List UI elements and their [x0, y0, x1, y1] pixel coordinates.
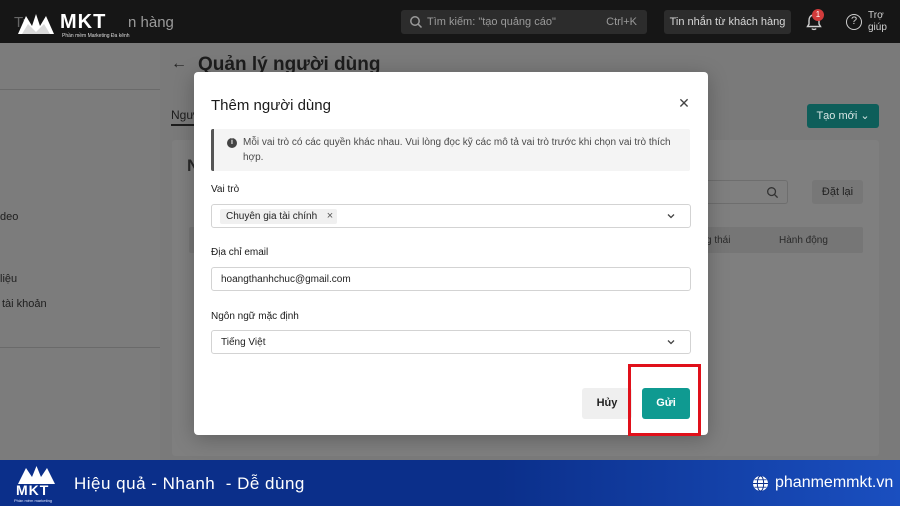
dialog-title: Thêm người dùng	[211, 97, 331, 114]
search-shortcut: Ctrl+K	[606, 16, 637, 28]
footer-logo-text: MKT	[16, 482, 50, 498]
tab-active-underline	[171, 124, 194, 126]
logo-subtitle: Phần mềm Marketing Đa kênh	[62, 33, 130, 39]
info-icon: i	[227, 138, 237, 148]
language-value: Tiếng Việt	[221, 337, 266, 348]
global-search[interactable]: Tìm kiếm: "tạo quảng cáo" Ctrl+K	[401, 10, 647, 34]
logo-text: MKT	[60, 11, 107, 33]
create-new-button[interactable]: Tạo mới ⌄	[807, 104, 879, 128]
search-placeholder: Tìm kiếm: "tạo quảng cáo"	[427, 16, 556, 28]
highlight-box	[628, 364, 701, 436]
role-chip-label: Chuyên gia tài chính	[226, 211, 318, 222]
back-arrow-icon[interactable]: ←	[171, 55, 187, 73]
chevron-down-icon	[667, 214, 675, 219]
sidebar-item-data[interactable]: liệu	[0, 273, 17, 285]
website-link[interactable]: phanmemmkt.vn	[775, 474, 893, 492]
remove-chip-icon[interactable]: ×	[327, 209, 333, 224]
create-new-label: Tạo mới	[816, 110, 858, 122]
help-icon[interactable]: ?	[846, 14, 862, 30]
user-search-input[interactable]	[700, 180, 788, 204]
tab-users[interactable]: Người dùng	[171, 108, 194, 122]
search-icon	[767, 187, 779, 199]
column-actions: Hành động	[779, 235, 828, 246]
role-notice: i Mỗi vai trò có các quyền khác nhau. Vu…	[211, 129, 690, 171]
role-chip: Chuyên gia tài chính ×	[220, 209, 338, 224]
help-label[interactable]: Trợ giúp	[868, 10, 898, 34]
mkt-logo: MKT Phần mềm Marketing Đa kênh	[16, 10, 134, 40]
reset-button[interactable]: Đặt lại	[812, 180, 863, 204]
customer-messages-button[interactable]: Tin nhắn từ khách hàng	[664, 10, 791, 34]
app-title-tail: n hàng	[128, 14, 174, 31]
top-bar: Tr n hàng MKT Phần mềm Marketing Đa kênh…	[0, 0, 900, 43]
column-status: g thái	[706, 235, 731, 246]
promo-footer: MKT Phần mềm marketing Hiệu quả - Nhanh …	[0, 460, 900, 506]
sidebar-divider	[0, 89, 160, 90]
mkt-logo-icon	[18, 14, 54, 34]
search-icon	[410, 16, 423, 29]
chevron-down-icon	[667, 340, 675, 345]
footer-logo-subtitle: Phần mềm marketing	[14, 498, 53, 503]
role-notice-text: Mỗi vai trò có các quyền khác nhau. Vui …	[243, 137, 671, 163]
sidebar-divider	[0, 347, 160, 348]
email-field[interactable]: hoangthanhchuc@gmail.com	[211, 267, 691, 291]
notification-badge: 1	[812, 9, 824, 21]
role-label: Vai trò	[211, 184, 240, 195]
language-label: Ngôn ngữ mặc định	[211, 311, 299, 322]
close-icon[interactable]: ✕	[677, 96, 691, 110]
language-select[interactable]: Tiếng Việt	[211, 330, 691, 354]
sidebar-item-account[interactable]: tài khoản	[2, 298, 47, 310]
slogan: Hiệu quả - Nhanh - Dễ dùng	[74, 474, 305, 493]
cancel-button[interactable]: Hủy	[582, 388, 632, 419]
email-value: hoangthanhchuc@gmail.com	[221, 274, 351, 285]
sidebar-item-video[interactable]: deo	[0, 211, 18, 223]
sidebar: deo liệu tài khoản	[0, 43, 160, 460]
globe-icon	[753, 475, 768, 492]
email-label: Địa chỉ email	[211, 247, 269, 258]
chevron-down-icon: ⌄	[860, 110, 870, 122]
role-select[interactable]: Chuyên gia tài chính ×	[211, 204, 691, 228]
